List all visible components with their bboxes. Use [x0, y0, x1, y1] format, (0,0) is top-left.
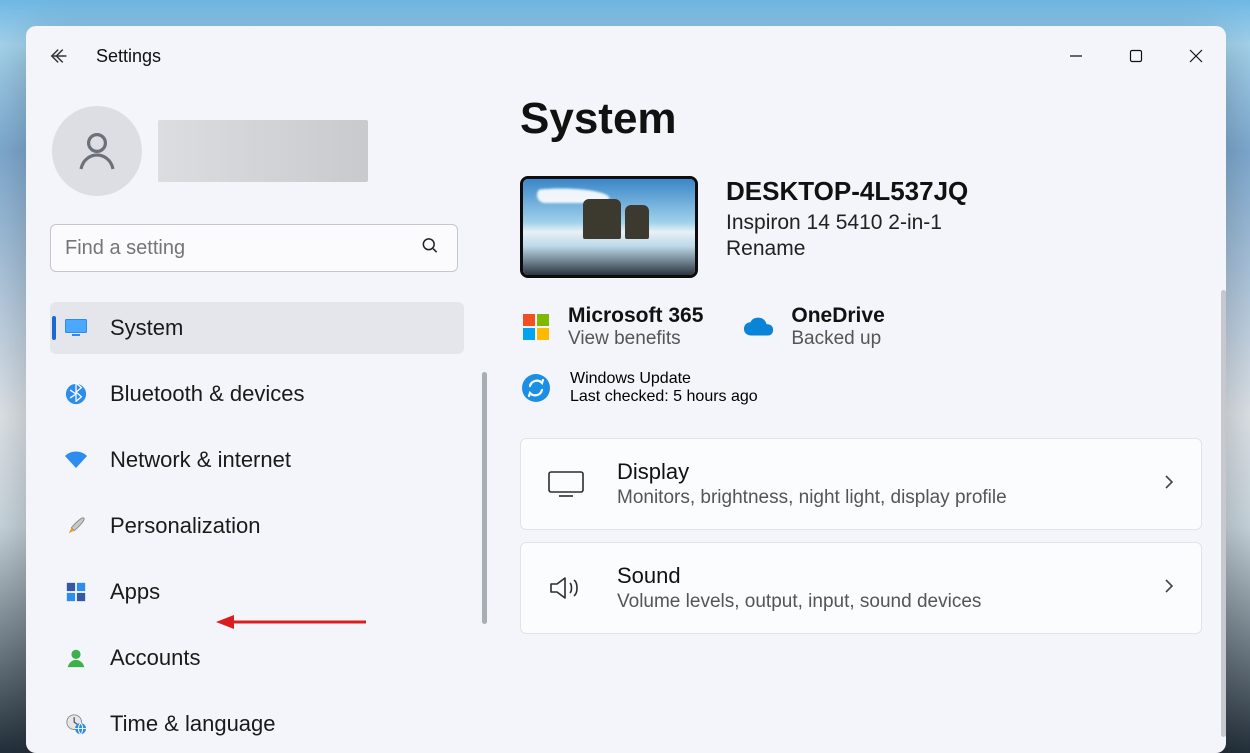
profile-block[interactable]	[52, 106, 464, 196]
close-icon	[1189, 49, 1203, 63]
paintbrush-icon	[64, 514, 88, 538]
account-icon	[64, 646, 88, 670]
sidebar-item-accounts[interactable]: Accounts	[50, 632, 464, 684]
card-sub: Monitors, brightness, night light, displ…	[617, 487, 1007, 509]
search-input[interactable]	[50, 224, 458, 272]
user-name-placeholder	[158, 120, 368, 182]
display-icon	[545, 463, 587, 505]
tile-title: Windows Update	[570, 370, 758, 388]
microsoft-logo-icon	[520, 311, 552, 343]
caption-buttons	[1046, 32, 1226, 80]
refresh-icon	[520, 372, 552, 404]
card-title: Sound	[617, 563, 981, 589]
apps-icon	[64, 580, 88, 604]
card-display[interactable]: Display Monitors, brightness, night ligh…	[520, 438, 1202, 530]
minimize-icon	[1069, 49, 1083, 63]
tile-windows-update[interactable]: Windows Update Last checked: 5 hours ago	[520, 370, 1202, 406]
avatar	[52, 106, 142, 196]
sidebar-item-personalization[interactable]: Personalization	[50, 500, 464, 552]
sidebar-nav: System Bluetooth & devices Network & int…	[50, 302, 464, 750]
titlebar: Settings	[26, 26, 1226, 86]
sidebar-item-network[interactable]: Network & internet	[50, 434, 464, 486]
minimize-button[interactable]	[1046, 32, 1106, 80]
device-name: DESKTOP-4L537JQ	[726, 176, 968, 207]
tile-sub: Backed up	[791, 328, 884, 350]
wallpaper-preview[interactable]	[520, 176, 698, 278]
sidebar-item-bluetooth[interactable]: Bluetooth & devices	[50, 368, 464, 420]
tile-title: OneDrive	[791, 304, 884, 328]
sidebar-item-label: Time & language	[110, 711, 276, 737]
bluetooth-icon	[64, 382, 88, 406]
settings-window: Settings	[26, 26, 1226, 753]
app-title: Settings	[96, 46, 161, 67]
window-body: System Bluetooth & devices Network & int…	[26, 86, 1226, 753]
device-model: Inspiron 14 5410 2-in-1	[726, 211, 968, 235]
main-scrollbar[interactable]	[1221, 290, 1226, 737]
maximize-button[interactable]	[1106, 32, 1166, 80]
device-info: DESKTOP-4L537JQ Inspiron 14 5410 2-in-1 …	[726, 176, 968, 261]
sidebar-item-label: Network & internet	[110, 447, 291, 473]
titlebar-left: Settings	[48, 44, 161, 68]
device-section: DESKTOP-4L537JQ Inspiron 14 5410 2-in-1 …	[520, 176, 1202, 278]
monitor-icon	[64, 316, 88, 340]
clock-globe-icon	[64, 712, 88, 736]
tile-onedrive[interactable]: OneDrive Backed up	[743, 304, 884, 350]
main-content: System DESKTOP-4L537JQ Inspiron 14 5410 …	[480, 86, 1226, 753]
card-title: Display	[617, 459, 1007, 485]
arrow-left-icon	[49, 45, 71, 67]
sidebar-item-label: Apps	[110, 579, 160, 605]
wifi-icon	[64, 448, 88, 472]
sidebar-item-apps[interactable]: Apps	[50, 566, 464, 618]
tile-sub: View benefits	[568, 328, 703, 350]
sidebar-item-time-language[interactable]: Time & language	[50, 698, 464, 750]
sidebar-item-label: Accounts	[110, 645, 201, 671]
sidebar-item-label: System	[110, 315, 183, 341]
tile-microsoft-365[interactable]: Microsoft 365 View benefits	[520, 304, 703, 350]
search-box[interactable]	[50, 224, 458, 272]
card-sub: Volume levels, output, input, sound devi…	[617, 591, 981, 613]
tile-sub: Last checked: 5 hours ago	[570, 388, 758, 406]
chevron-right-icon	[1161, 578, 1177, 599]
onedrive-icon	[743, 311, 775, 343]
tile-title: Microsoft 365	[568, 304, 703, 328]
rename-link[interactable]: Rename	[726, 237, 968, 261]
person-icon	[73, 127, 121, 175]
sidebar-item-label: Bluetooth & devices	[110, 381, 304, 407]
status-tiles: Microsoft 365 View benefits OneDrive Bac…	[520, 304, 1202, 350]
maximize-icon	[1129, 49, 1143, 63]
sidebar-item-label: Personalization	[110, 513, 260, 539]
back-button[interactable]	[48, 44, 72, 68]
wallpaper-image	[523, 179, 695, 275]
sidebar-item-system[interactable]: System	[50, 302, 464, 354]
page-title: System	[520, 94, 1202, 144]
chevron-right-icon	[1161, 474, 1177, 495]
search-icon	[420, 236, 440, 261]
close-button[interactable]	[1166, 32, 1226, 80]
sound-icon	[545, 567, 587, 609]
sidebar: System Bluetooth & devices Network & int…	[50, 86, 480, 753]
card-sound[interactable]: Sound Volume levels, output, input, soun…	[520, 542, 1202, 634]
